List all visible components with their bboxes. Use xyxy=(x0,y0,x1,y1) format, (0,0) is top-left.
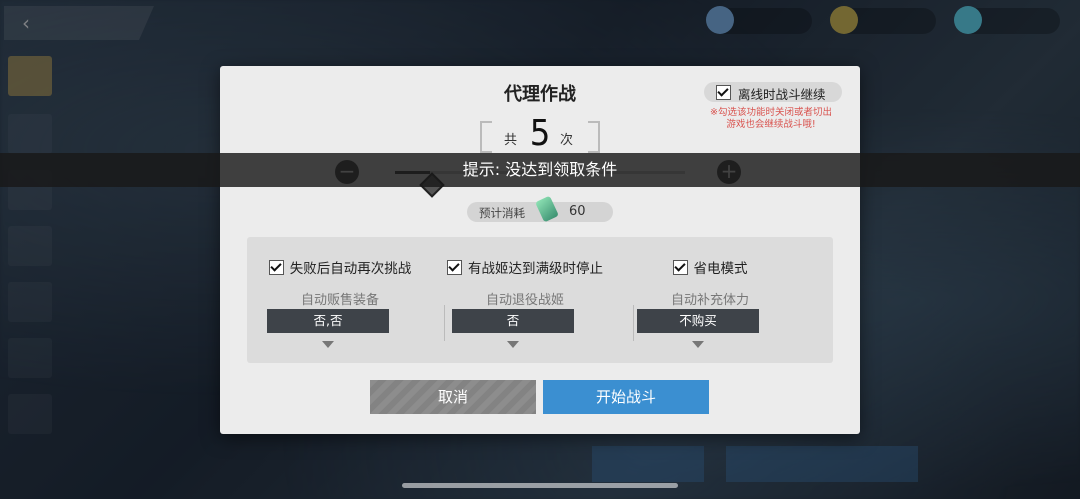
offline-note: ※勾选该功能时关闭或者切出游戏也会继续战斗哦! xyxy=(710,107,832,130)
home-indicator[interactable] xyxy=(402,483,678,488)
cost-value: 60 xyxy=(569,204,586,219)
auto-stamina-select[interactable]: 不购买 xyxy=(637,309,759,333)
option-check-label: 失败后自动再次挑战 xyxy=(289,261,412,277)
offline-continue-toggle[interactable]: 离线时战斗继续 xyxy=(704,82,842,102)
options-panel: 失败后自动再次挑战 自动贩售装备 否,否 有战姬达到满级时停止 自动退役战姬 否… xyxy=(247,237,833,363)
proxy-battle-dialog: 代理作战 离线时战斗继续 ※勾选该功能时关闭或者切出游戏也会继续战斗哦! 共 5… xyxy=(220,66,860,434)
option-check-label: 省电模式 xyxy=(693,261,748,277)
start-battle-button[interactable]: 开始战斗 xyxy=(543,380,709,414)
triangle-down-icon[interactable] xyxy=(322,341,334,348)
power-saving-toggle[interactable]: 省电模式 xyxy=(617,257,803,277)
cancel-button[interactable]: 取消 xyxy=(370,380,536,414)
option-column: 失败后自动再次挑战 自动贩售装备 否,否 xyxy=(247,237,433,363)
count-prefix: 共 xyxy=(504,133,518,148)
count-value: 5 xyxy=(529,113,551,154)
cost-label: 预计消耗 xyxy=(479,206,525,220)
triangle-down-icon[interactable] xyxy=(507,341,519,348)
triangle-down-icon[interactable] xyxy=(692,341,704,348)
auto-sell-select[interactable]: 否,否 xyxy=(267,309,389,333)
checkbox[interactable] xyxy=(672,260,688,275)
battle-count: 共 5 次 xyxy=(480,113,600,154)
bracket-right xyxy=(588,121,600,153)
offline-label: 离线时战斗继续 xyxy=(738,87,826,102)
option-select-label: 自动补充体力 xyxy=(670,293,749,308)
toast-message: 提示: 没达到领取条件 xyxy=(0,153,1080,187)
option-select-label: 自动退役战姬 xyxy=(485,293,564,308)
checkbox[interactable] xyxy=(268,260,284,275)
auto-retire-select[interactable]: 否 xyxy=(452,309,574,333)
option-check-label: 有战姬达到满级时停止 xyxy=(468,261,603,277)
option-select-label: 自动贩售装备 xyxy=(300,293,379,308)
estimated-cost: 预计消耗 60 xyxy=(467,195,613,223)
checkbox[interactable] xyxy=(447,260,462,275)
count-suffix: 次 xyxy=(560,133,574,148)
energy-icon xyxy=(535,195,559,223)
option-column: 有战姬达到满级时停止 自动退役战姬 否 xyxy=(432,237,618,363)
offline-checkbox[interactable] xyxy=(716,85,731,100)
option-column: 省电模式 自动补充体力 不购买 xyxy=(617,237,803,363)
retry-on-fail-toggle[interactable]: 失败后自动再次挑战 xyxy=(247,257,433,277)
bracket-left xyxy=(480,121,492,153)
stop-at-max-level-toggle[interactable]: 有战姬达到满级时停止 xyxy=(432,257,618,277)
